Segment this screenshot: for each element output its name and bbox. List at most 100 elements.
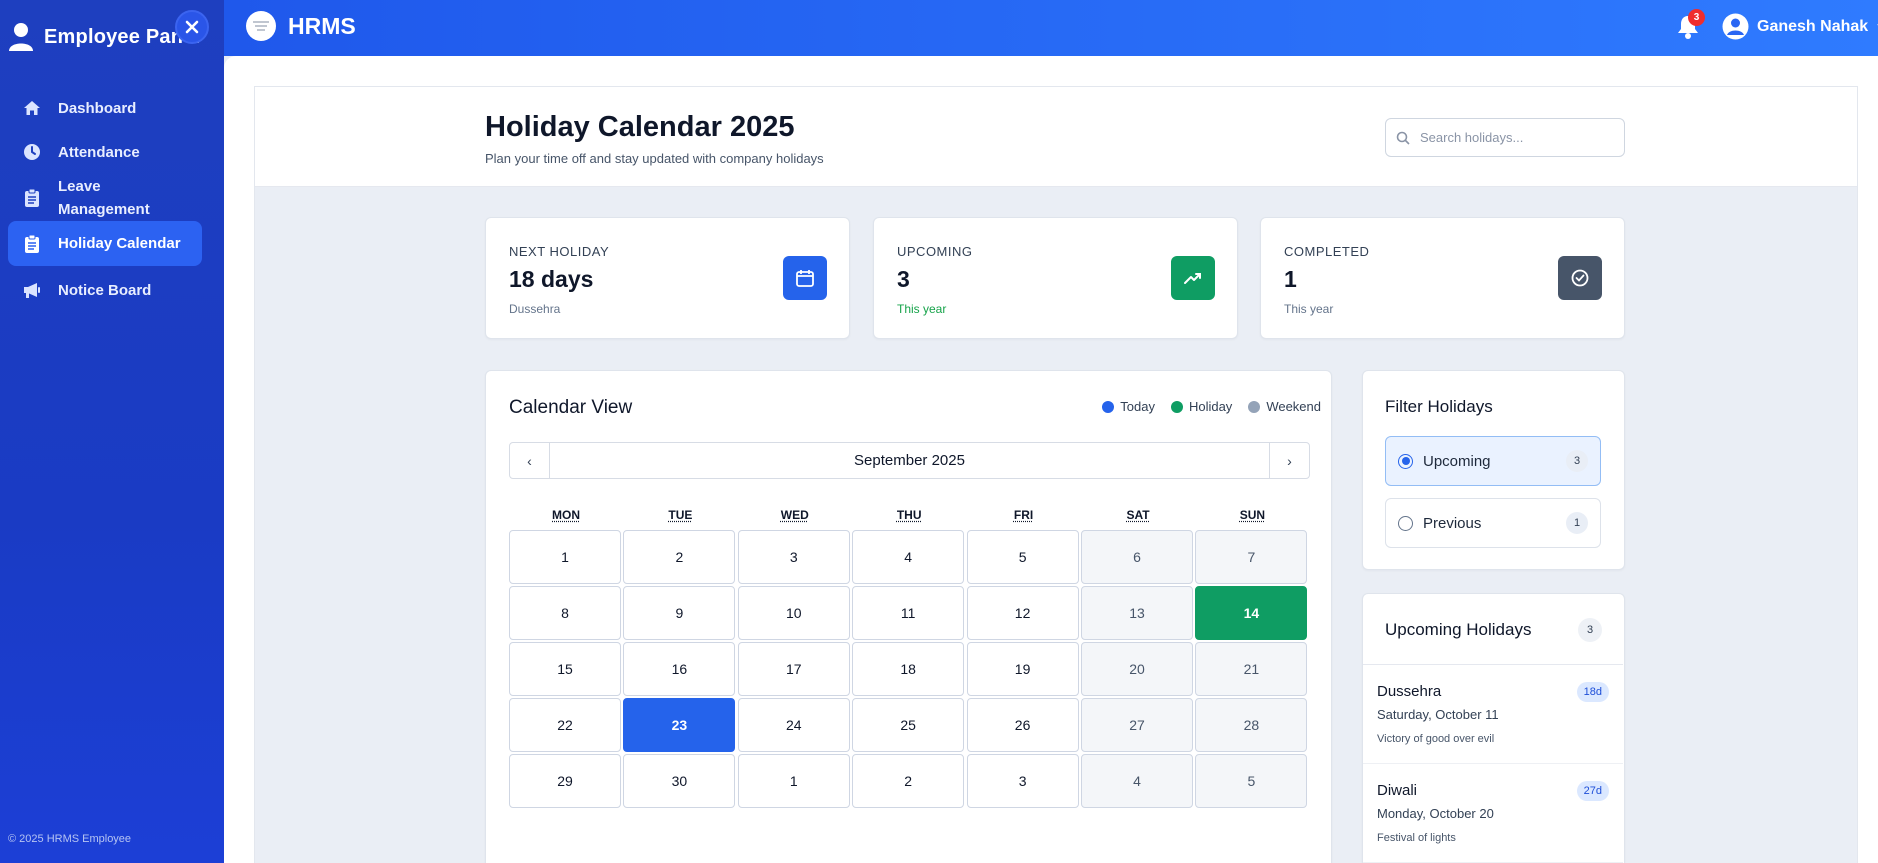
calendar-day[interactable]: 16 [623,642,735,696]
calendar-day[interactable]: 19 [967,642,1079,696]
filter-card: Filter Holidays Upcoming 3 Previous 1 [1362,370,1625,570]
calendar-day[interactable]: 17 [738,642,850,696]
calendar-day[interactable]: 11 [852,586,964,640]
calendar-day[interactable]: 2 [852,754,964,808]
topbar: HRMS 3 Ganesh Nahak [224,0,1878,56]
sidebar-item-label: Notice Board [58,282,151,299]
sidebar-item-label: Dashboard [58,100,136,117]
calendar-day[interactable]: 8 [509,586,621,640]
user-avatar-icon [1722,13,1749,40]
sidebar-item-notice-board[interactable]: Notice Board [8,268,202,312]
calendar-day[interactable]: 5 [1195,754,1307,808]
stat-card-upcoming: UPCOMING 3 This year [873,217,1238,339]
calendar-day[interactable]: 25 [852,698,964,752]
holiday-date: Monday, October 20 [1377,806,1494,821]
calendar-day[interactable]: 29 [509,754,621,808]
calendar-day[interactable]: 20 [1081,642,1193,696]
prev-month-button[interactable]: ‹ [509,442,550,479]
close-sidebar-button[interactable] [175,10,209,44]
filter-option-previous[interactable]: Previous 1 [1385,498,1601,548]
radio-button[interactable] [1398,516,1413,531]
user-menu[interactable]: Ganesh Nahak [1722,13,1878,40]
search-box[interactable] [1385,118,1625,157]
holiday-description: Victory of good over evil [1377,733,1494,745]
clipboard-icon [22,188,42,208]
sidebar-item-label: Leave Management [58,175,150,221]
upcoming-count: 3 [1578,618,1602,642]
stat-value: 1 [1284,266,1297,293]
calendar-day[interactable]: 15 [509,642,621,696]
stat-card-next-holiday: NEXT HOLIDAY 18 days Dussehra [485,217,850,339]
calendar-day[interactable]: 4 [1081,754,1193,808]
legend-holiday: Holiday [1171,399,1232,414]
content-panel: Holiday Calendar 2025 Plan your time off… [254,86,1858,863]
main-area: Holiday Calendar 2025 Plan your time off… [224,56,1878,863]
upcoming-list: Dussehra Saturday, October 11 Victory of… [1363,664,1623,863]
sidebar-header: Employee Panel [8,22,200,52]
calendar-day[interactable]: 1 [738,754,850,808]
filter-option-count: 1 [1566,512,1588,534]
legend-weekend: Weekend [1248,399,1321,414]
holiday-name: Diwali [1377,782,1417,799]
calendar-day[interactable]: 26 [967,698,1079,752]
page-subtitle: Plan your time off and stay updated with… [485,151,824,166]
calendar-day[interactable]: 12 [967,586,1079,640]
brand-name: HRMS [288,13,356,40]
filter-option-label: Upcoming [1423,453,1491,470]
weekday-label: SUN [1195,508,1309,522]
company-logo [246,11,276,41]
holiday-list-item[interactable]: Diwali Monday, October 20 Festival of li… [1363,764,1623,863]
calendar-day[interactable]: 24 [738,698,850,752]
home-icon [22,98,42,118]
weekday-label: THU [852,508,966,522]
calendar-day[interactable]: 6 [1081,530,1193,584]
calendar-day[interactable]: 27 [1081,698,1193,752]
holiday-description: Festival of lights [1377,832,1456,844]
stat-label: NEXT HOLIDAY [509,244,609,259]
calendar-day[interactable]: 5 [967,530,1079,584]
close-icon [185,20,199,34]
holiday-date: Saturday, October 11 [1377,707,1499,722]
calendar-day[interactable]: 14 [1195,586,1307,640]
holiday-name: Dussehra [1377,683,1441,700]
search-input[interactable] [1420,130,1600,145]
filter-option-upcoming[interactable]: Upcoming 3 [1385,436,1601,486]
calendar-day[interactable]: 1 [509,530,621,584]
calendar-icon [783,256,827,300]
sidebar: Employee Panel Dashboard Attendance Leav… [0,0,224,863]
calendar-day[interactable]: 18 [852,642,964,696]
calendar-day[interactable]: 3 [967,754,1079,808]
stat-sub: This year [1284,302,1333,316]
calendar-day[interactable]: 22 [509,698,621,752]
upcoming-title: Upcoming Holidays [1385,620,1531,640]
calendar-day[interactable]: 21 [1195,642,1307,696]
calendar-day[interactable]: 10 [738,586,850,640]
stat-sub: This year [897,302,946,316]
next-month-button[interactable]: › [1269,442,1310,479]
calendar-day[interactable]: 3 [738,530,850,584]
calendar-day[interactable]: 9 [623,586,735,640]
sidebar-item-holiday-calendar[interactable]: Holiday Calendar [8,221,202,266]
calendar-day[interactable]: 30 [623,754,735,808]
stat-sub: Dussehra [509,302,560,316]
stat-card-completed: COMPLETED 1 This year [1260,217,1625,339]
calendar-day[interactable]: 23 [623,698,735,752]
clock-icon [22,142,42,162]
radio-button[interactable] [1398,454,1413,469]
calendar-day[interactable]: 28 [1195,698,1307,752]
page-header: Holiday Calendar 2025 Plan your time off… [255,87,1857,187]
holiday-list-item[interactable]: Dussehra Saturday, October 11 Victory of… [1363,665,1623,764]
calendar-day[interactable]: 4 [852,530,964,584]
stat-label: COMPLETED [1284,244,1369,259]
calendar-day[interactable]: 13 [1081,586,1193,640]
weekday-label: TUE [623,508,737,522]
sidebar-item-label: Attendance [58,144,140,161]
calendar-day[interactable]: 7 [1195,530,1307,584]
weekday-label: FRI [967,508,1081,522]
calendar-card: Calendar View Today Holiday Weekend ‹ Se… [485,370,1332,863]
sidebar-item-dashboard[interactable]: Dashboard [8,88,202,128]
user-icon [8,22,34,52]
weekday-label: SAT [1081,508,1195,522]
calendar-day[interactable]: 2 [623,530,735,584]
days-remaining-badge: 27d [1577,781,1609,801]
